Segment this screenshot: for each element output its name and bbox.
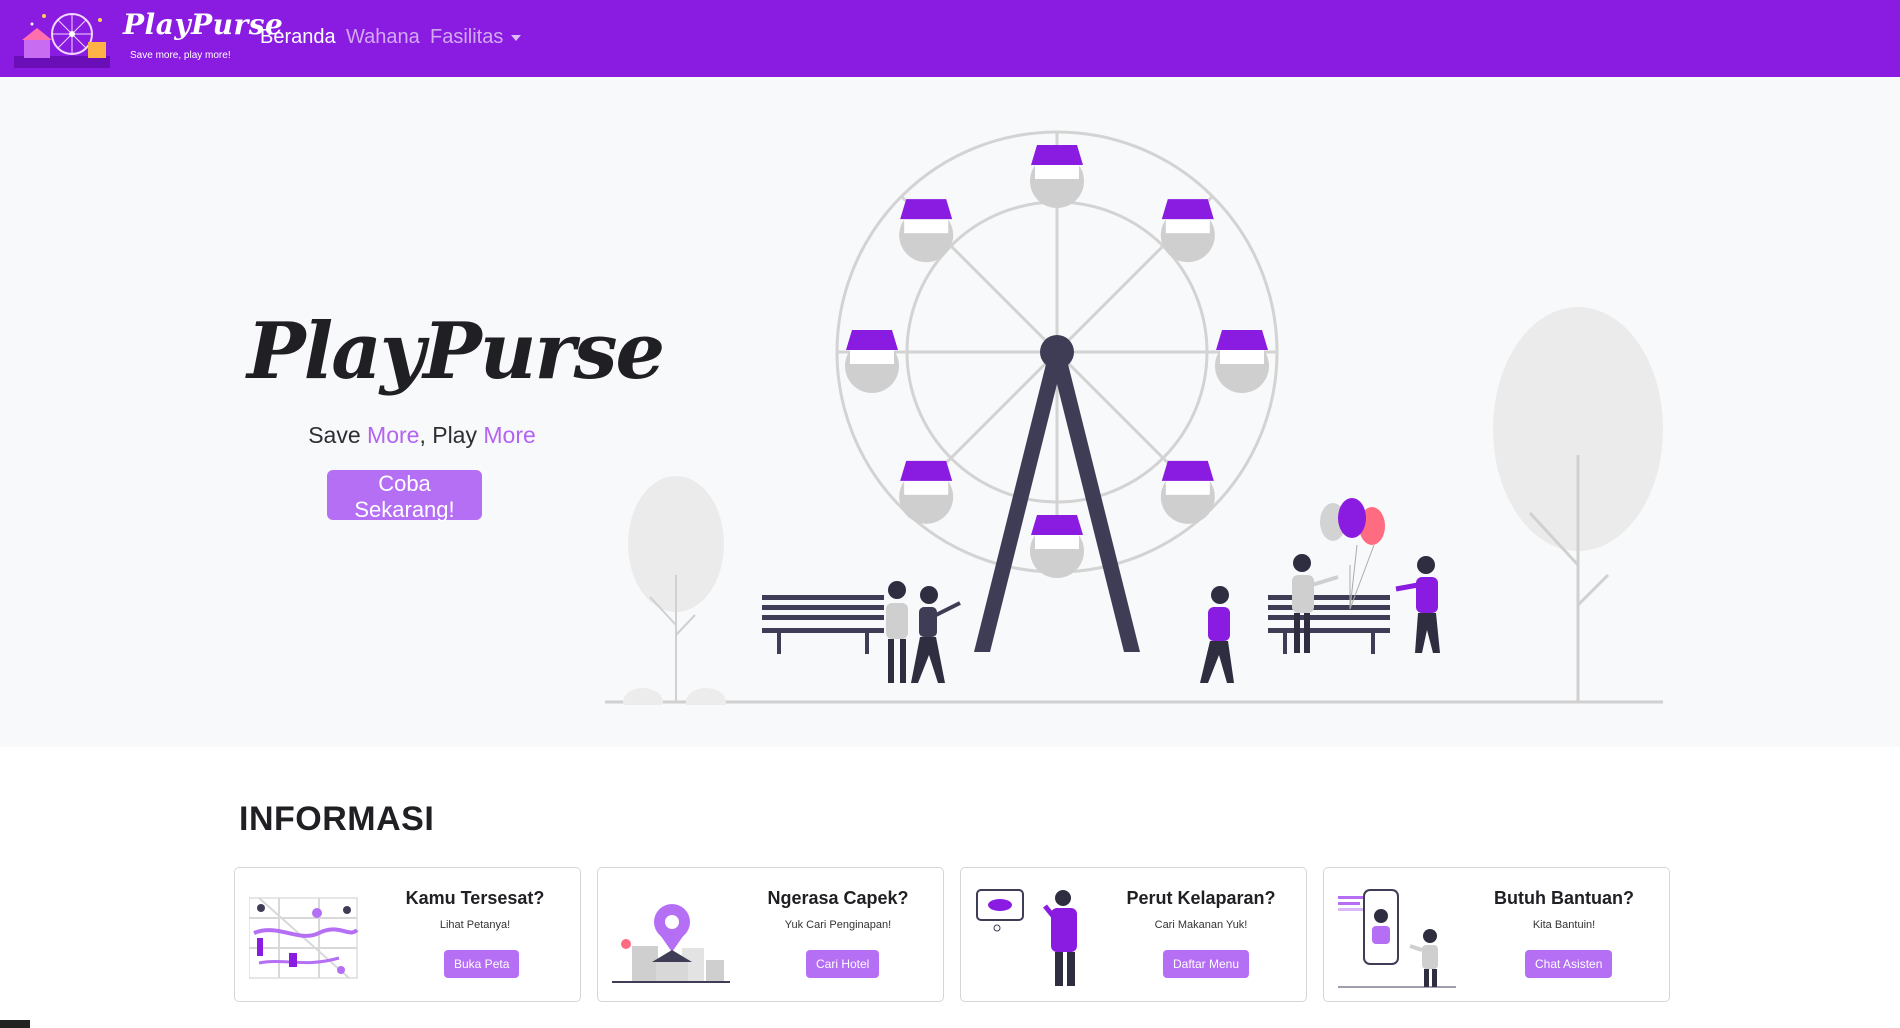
hero-subtitle-highlight: More [367, 422, 420, 448]
brand-tagline: Save more, play more! [130, 50, 231, 61]
food-illustration-icon [975, 888, 1093, 988]
nav-link-fasilitas-label: Fasilitas [430, 26, 504, 48]
gondola [845, 330, 899, 393]
card-title: Kamu Tersesat? [405, 888, 545, 908]
gondola [899, 199, 954, 263]
hero-title: PlayPurse [247, 306, 665, 397]
info-card-help: Butuh Bantuan? Kita Bantuin! Chat Asiste… [1323, 867, 1670, 1002]
hero-subtitle-highlight: More [483, 422, 536, 448]
nav-link-wahana[interactable]: Wahana [346, 26, 420, 49]
hotel-location-illustration-icon [612, 888, 730, 988]
card-text: Yuk Cari Penginapan! [784, 919, 892, 931]
card-text: Lihat Petanya! [439, 919, 511, 931]
open-map-button[interactable]: Buka Peta [444, 950, 520, 978]
ferris-wheel-logo-icon[interactable] [14, 8, 110, 70]
gondola [1160, 199, 1215, 263]
gondola [1030, 515, 1084, 578]
info-card-map: Kamu Tersesat? Lihat Petanya! Buka Peta [234, 867, 581, 1002]
chat-assistant-illustration-icon [1338, 888, 1456, 988]
map-illustration-icon [248, 888, 367, 988]
section-heading-informasi: INFORMASI [239, 800, 435, 838]
card-title: Butuh Bantuan? [1494, 888, 1634, 908]
hero-subtitle-part: , Play [419, 422, 484, 448]
info-card-food: Perut Kelaparan? Cari Makanan Yuk! Dafta… [960, 867, 1307, 1002]
cta-button[interactable]: Coba Sekarang! [327, 470, 482, 522]
chat-assistant-button[interactable]: Chat Asisten [1525, 950, 1613, 978]
gondola [1030, 145, 1084, 208]
card-text: Kita Bantuin! [1532, 919, 1596, 931]
nav-link-beranda[interactable]: Beranda [260, 26, 336, 49]
find-hotel-button[interactable]: Cari Hotel [806, 950, 880, 978]
card-title: Ngerasa Capek? [767, 888, 909, 908]
card-title: Perut Kelaparan? [1126, 888, 1276, 908]
nav-dropdown-fasilitas[interactable]: Fasilitas [430, 26, 522, 49]
ferris-wheel-illustration [600, 125, 1680, 716]
hero-section: PlayPurse Save More, Play More Coba Seka… [0, 77, 1900, 747]
food-menu-button[interactable]: Daftar Menu [1163, 950, 1250, 978]
card-text: Cari Makanan Yuk! [1154, 919, 1248, 931]
navbar: PlayPurse Save more, play more! Beranda … [0, 0, 1900, 77]
corner-marker [0, 1020, 30, 1028]
gondola [1160, 460, 1215, 524]
gondola [899, 460, 954, 524]
caret-down-icon [511, 34, 522, 41]
info-card-hotel: Ngerasa Capek? Yuk Cari Penginapan! Cari… [597, 867, 944, 1002]
hero-subtitle: Save More, Play More [262, 422, 582, 449]
gondola [1215, 330, 1269, 393]
hero-subtitle-part: Save [308, 422, 368, 448]
